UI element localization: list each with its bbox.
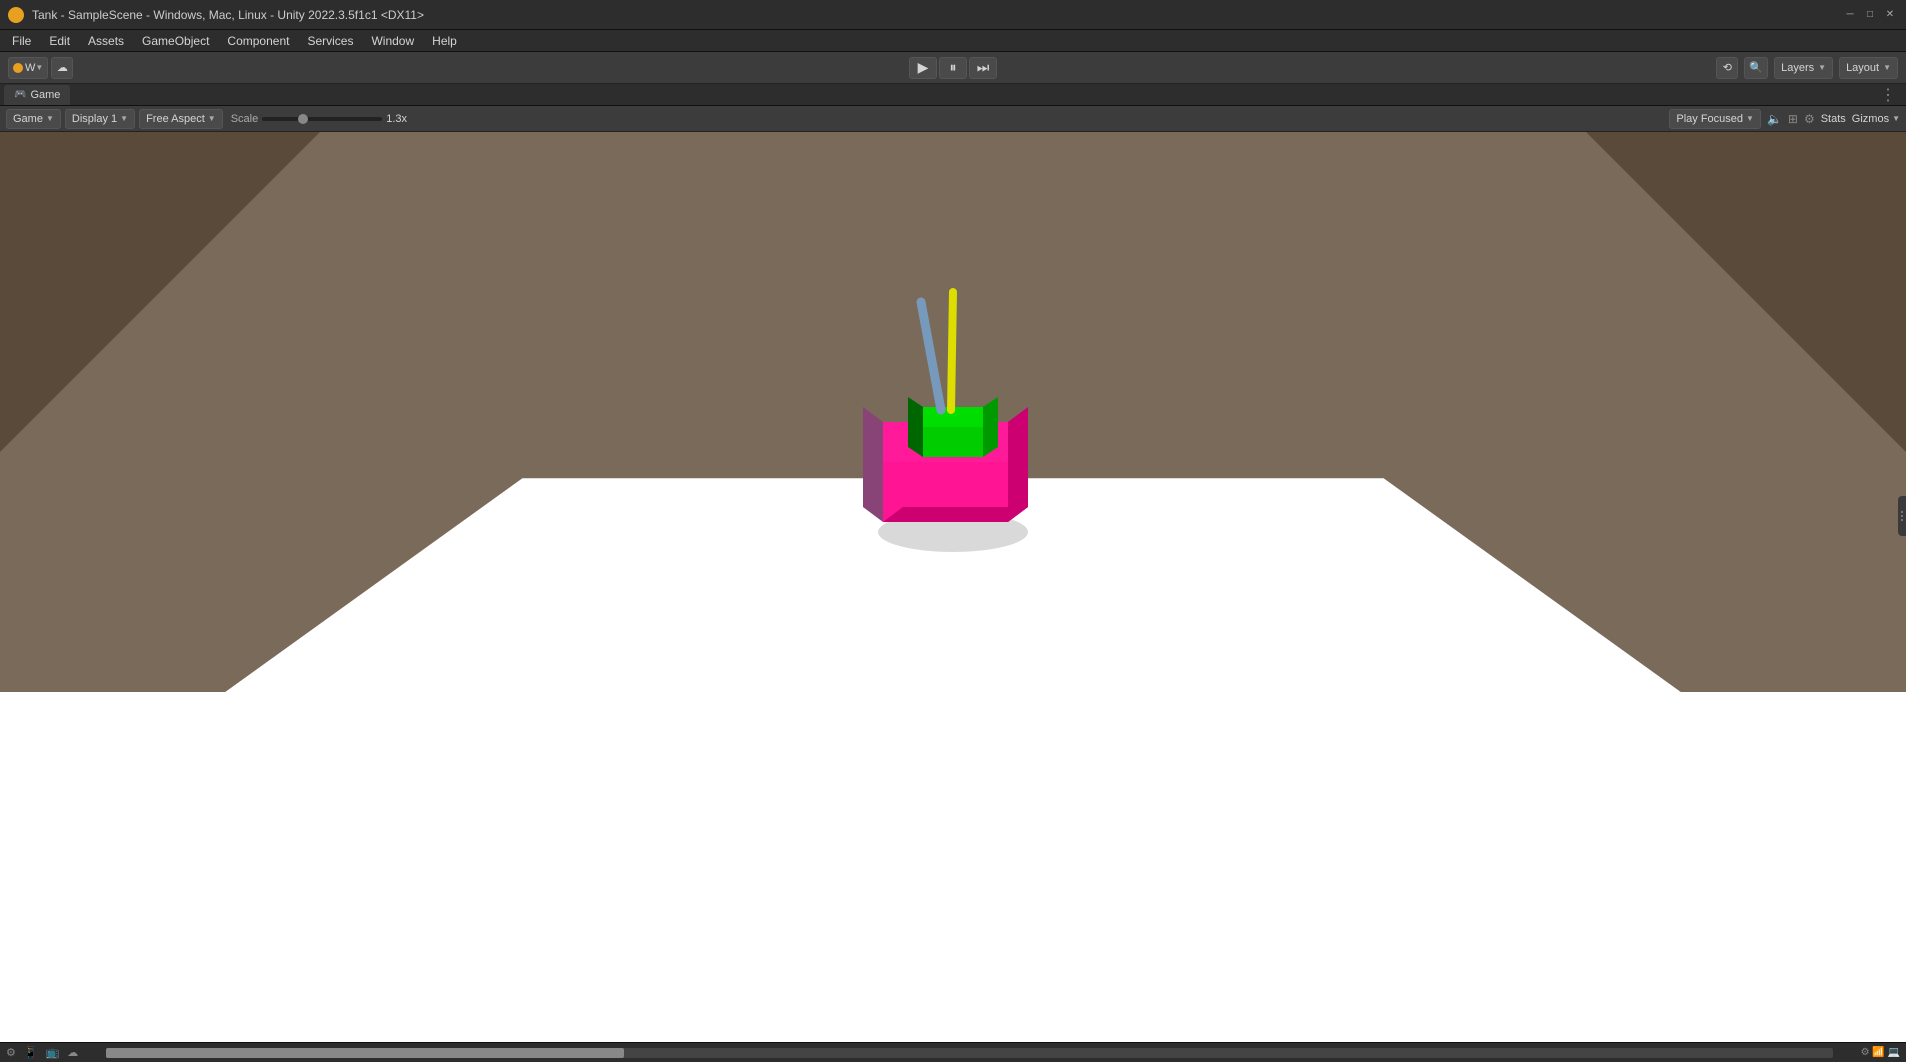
layout-dropdown[interactable]: Layout ▼ xyxy=(1839,57,1898,79)
play-button[interactable]: ▶ xyxy=(909,57,937,79)
barrel-yellow xyxy=(951,292,953,410)
menu-file[interactable]: File xyxy=(4,32,39,50)
corner-shadow-tl xyxy=(0,132,320,452)
ground-bottom xyxy=(0,692,1906,1042)
menu-window[interactable]: Window xyxy=(363,32,422,50)
bottom-right-icons: ⚙ 📶 💻 xyxy=(1861,1047,1900,1058)
bottom-settings-icon[interactable]: ⚙ xyxy=(6,1046,16,1059)
cloud-button[interactable]: ☁ xyxy=(51,57,73,79)
layers-chevron-icon: ▼ xyxy=(1818,63,1826,72)
gizmos-dropdown[interactable]: Gizmos ▼ xyxy=(1852,109,1900,129)
scale-value: 1.3x xyxy=(386,113,407,125)
menu-services[interactable]: Services xyxy=(299,32,361,50)
tab-bar: 🎮 Game ⋮ xyxy=(0,84,1906,106)
viewport-resize-handle[interactable] xyxy=(1898,496,1906,536)
play-focused-label: Play Focused xyxy=(1676,113,1743,125)
tank-object xyxy=(853,262,1053,582)
menu-help[interactable]: Help xyxy=(424,32,465,50)
tank-body-bottom-face xyxy=(883,507,1028,522)
game-chevron-icon: ▼ xyxy=(46,114,54,123)
layout-label: Layout xyxy=(1846,62,1879,74)
scale-label: Scale xyxy=(231,113,259,125)
title-bar-text: Tank - SampleScene - Windows, Mac, Linux… xyxy=(32,8,1834,22)
layers-dropdown[interactable]: Layers ▼ xyxy=(1774,57,1833,79)
display-label: Display 1 xyxy=(72,113,117,125)
grid-icon[interactable]: ⊞ xyxy=(1788,112,1798,126)
bottom-progress-bar xyxy=(106,1048,1832,1058)
search-icon: 🔍 xyxy=(1749,61,1763,74)
game-label: Game xyxy=(13,113,43,125)
game-toolbar-right: Play Focused ▼ 🔈 ⊞ ⚙ Stats Gizmos ▼ xyxy=(1669,109,1900,129)
unity-logo-icon xyxy=(8,7,24,23)
turret-right xyxy=(983,397,998,457)
account-button[interactable]: W ▼ xyxy=(8,57,48,79)
tab-more-button[interactable]: ⋮ xyxy=(1874,85,1902,105)
tank-body-side xyxy=(1008,407,1028,522)
game-tab-label: Game xyxy=(30,89,60,101)
scale-slider[interactable] xyxy=(262,117,382,121)
minimize-button[interactable]: ─ xyxy=(1842,7,1858,23)
account-chevron-icon: ▼ xyxy=(35,63,43,72)
toolbar: W ▼ ☁ ▶ ⏸ ⏭ ⟲ 🔍 Layers ▼ Layout ▼ xyxy=(0,52,1906,84)
settings-icon[interactable]: ⚙ xyxy=(1804,112,1815,126)
step-button[interactable]: ⏭ xyxy=(969,57,997,79)
toolbar-left-group: W ▼ ☁ xyxy=(8,57,73,79)
maximize-button[interactable]: □ xyxy=(1862,7,1878,23)
menu-gameobject[interactable]: GameObject xyxy=(134,32,217,50)
gizmos-label: Gizmos xyxy=(1852,113,1889,125)
window-controls[interactable]: ─ □ ✕ xyxy=(1842,7,1898,23)
toolbar-right: ⟲ 🔍 Layers ▼ Layout ▼ xyxy=(1716,57,1898,79)
play-controls: ▶ ⏸ ⏭ xyxy=(909,57,997,79)
bottom-monitor-icon[interactable]: 📺 xyxy=(46,1046,60,1059)
layout-chevron-icon: ▼ xyxy=(1883,63,1891,72)
menu-assets[interactable]: Assets xyxy=(80,32,132,50)
game-tab-icon: 🎮 xyxy=(14,89,26,100)
display-dropdown[interactable]: Display 1 ▼ xyxy=(65,109,135,129)
tank-svg xyxy=(853,262,1053,582)
speaker-icon[interactable]: 🔈 xyxy=(1767,112,1782,126)
game-tab[interactable]: 🎮 Game xyxy=(4,85,70,105)
account-label: W xyxy=(25,62,35,74)
bottom-progress-fill xyxy=(106,1048,624,1058)
menu-bar: File Edit Assets GameObject Component Se… xyxy=(0,30,1906,52)
aspect-chevron-icon: ▼ xyxy=(208,114,216,123)
display-chevron-icon: ▼ xyxy=(120,114,128,123)
aspect-label: Free Aspect xyxy=(146,113,205,125)
game-secondary-toolbar: Game ▼ Display 1 ▼ Free Aspect ▼ Scale 1… xyxy=(0,106,1906,132)
resize-handle-dots xyxy=(1901,511,1903,521)
resize-dot-3 xyxy=(1901,519,1903,521)
search-button[interactable]: 🔍 xyxy=(1744,57,1768,79)
scale-thumb[interactable] xyxy=(298,114,308,124)
menu-component[interactable]: Component xyxy=(219,32,297,50)
game-viewport[interactable] xyxy=(0,132,1906,1042)
bottom-cloud-icon[interactable]: ☁ xyxy=(67,1046,78,1059)
pause-button[interactable]: ⏸ xyxy=(939,57,967,79)
gizmos-chevron-icon: ▼ xyxy=(1892,114,1900,123)
play-focused-dropdown[interactable]: Play Focused ▼ xyxy=(1669,109,1761,129)
stats-button[interactable]: Stats xyxy=(1821,113,1846,125)
menu-edit[interactable]: Edit xyxy=(41,32,78,50)
game-dropdown[interactable]: Game ▼ xyxy=(6,109,61,129)
scale-container: Scale 1.3x xyxy=(231,113,407,125)
resize-dot-2 xyxy=(1901,515,1903,517)
main-content: 🎮 Game ⋮ Game ▼ Display 1 ▼ Free Aspect … xyxy=(0,84,1906,1042)
cloud-icon: ☁ xyxy=(57,61,68,74)
resize-dot-1 xyxy=(1901,511,1903,513)
turret-left-shadow xyxy=(908,397,923,457)
layers-label: Layers xyxy=(1781,62,1814,74)
history-button[interactable]: ⟲ xyxy=(1716,57,1738,79)
corner-shadow-tr xyxy=(1586,132,1906,452)
bottom-bar: ⚙ 📱 📺 ☁ ⚙ 📶 💻 xyxy=(0,1042,1906,1062)
tank-body-left-shadow xyxy=(863,407,883,522)
history-icon: ⟲ xyxy=(1723,61,1732,74)
bottom-mobile-icon[interactable]: 📱 xyxy=(24,1046,38,1059)
play-focused-chevron-icon: ▼ xyxy=(1746,114,1754,123)
aspect-dropdown[interactable]: Free Aspect ▼ xyxy=(139,109,223,129)
title-bar: Tank - SampleScene - Windows, Mac, Linux… xyxy=(0,0,1906,30)
turret-front xyxy=(923,427,983,457)
barrel-blue xyxy=(921,302,941,410)
close-button[interactable]: ✕ xyxy=(1882,7,1898,23)
